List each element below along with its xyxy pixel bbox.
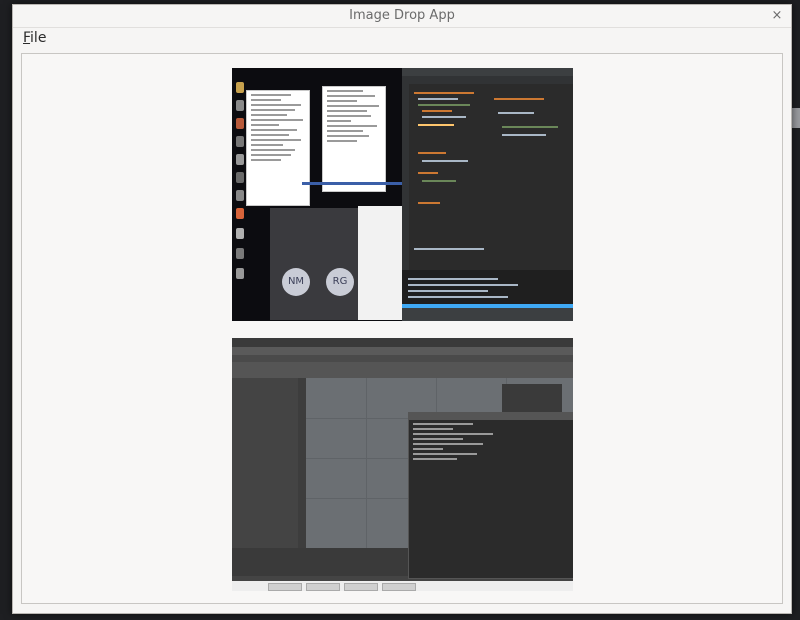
dock-icon xyxy=(236,248,244,259)
video-call-panel: NM RG xyxy=(270,208,358,320)
participant-avatar: RG xyxy=(326,268,354,296)
dock-icon xyxy=(236,228,244,239)
side-panel xyxy=(358,206,402,320)
title-bar: Image Drop App × xyxy=(13,5,791,28)
taskbar-strip xyxy=(302,182,402,185)
participant-avatar: NM xyxy=(282,268,310,296)
timeline-panel xyxy=(232,548,408,576)
menu-file[interactable]: File xyxy=(21,28,48,48)
dock-icon xyxy=(236,190,244,201)
dock-icon xyxy=(236,268,244,279)
tool-strip xyxy=(298,378,306,548)
desktop-region: NM RG xyxy=(232,68,402,321)
dock-icon xyxy=(236,118,244,129)
outliner-panel xyxy=(232,378,299,548)
dropped-image-2 xyxy=(232,338,573,591)
menu-bar: File xyxy=(13,28,791,50)
code-editor-region xyxy=(402,68,573,321)
dock-icon xyxy=(236,136,244,147)
app-window: Image Drop App × File NM RG xyxy=(12,4,792,614)
window-title: Image Drop App xyxy=(349,8,455,23)
dropped-image-1: NM RG xyxy=(232,68,573,321)
dock-icon xyxy=(236,82,244,93)
text-document-window xyxy=(322,86,386,192)
image-drop-area[interactable]: NM RG xyxy=(21,53,783,604)
menu-file-label: ile xyxy=(30,30,47,46)
attribute-panel xyxy=(502,384,562,412)
script-editor-window xyxy=(408,412,573,579)
dock-icon xyxy=(236,154,244,165)
dock-icon xyxy=(236,100,244,111)
close-button[interactable]: × xyxy=(769,5,785,27)
menu-file-mnemonic: F xyxy=(23,30,31,46)
dock-icon xyxy=(236,172,244,183)
taskbar xyxy=(232,581,573,591)
background-window-edge xyxy=(792,108,800,128)
dock-icon xyxy=(236,208,244,219)
toolbar-shelf xyxy=(232,362,573,378)
text-document-window xyxy=(246,90,310,206)
